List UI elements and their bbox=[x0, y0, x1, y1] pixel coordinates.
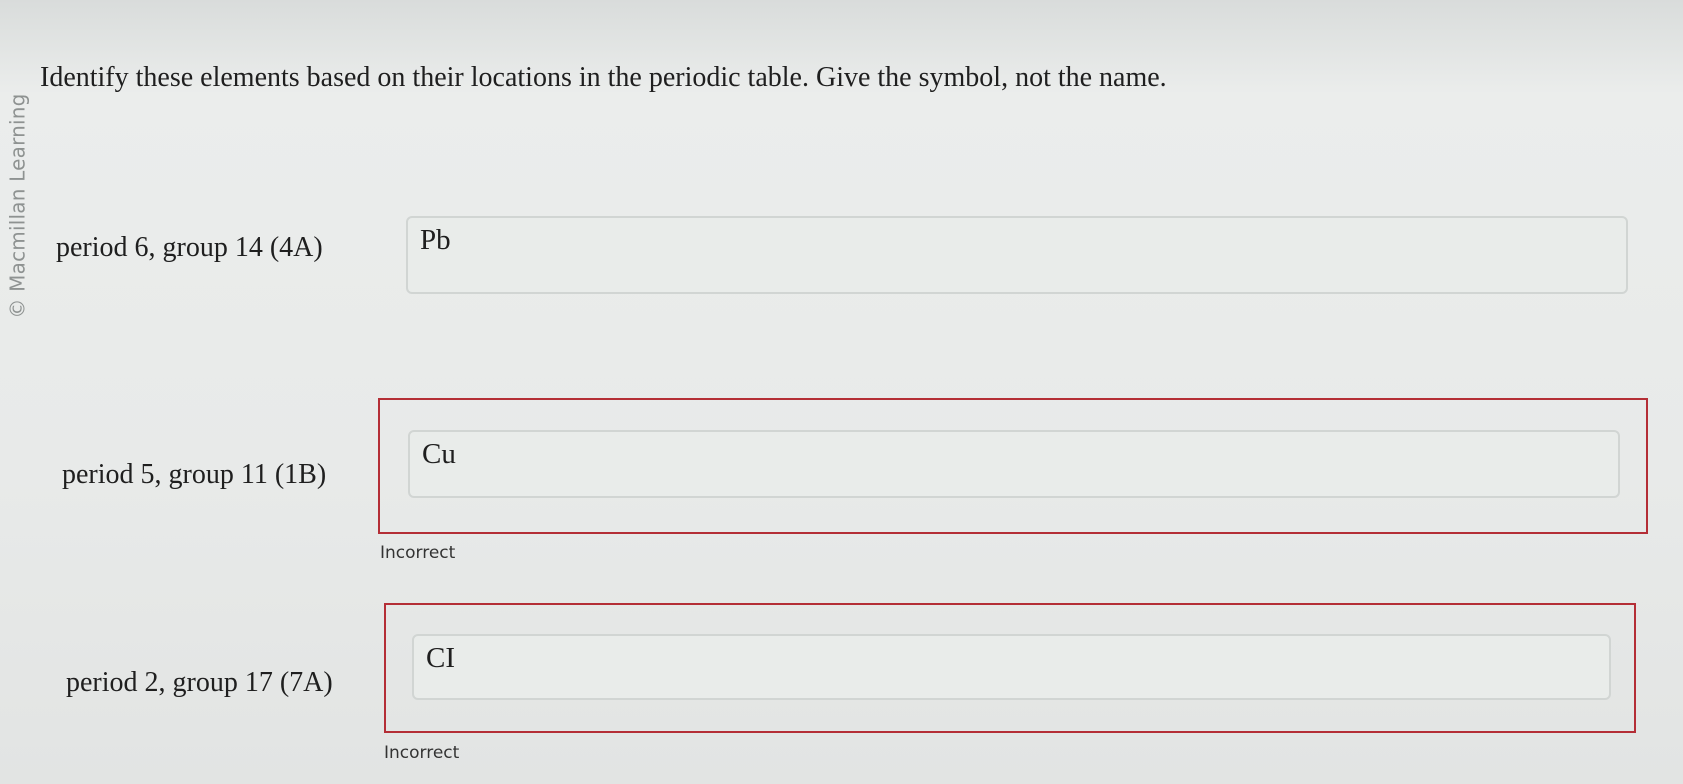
question-instruction: Identify these elements based on their l… bbox=[40, 62, 1167, 93]
question-3-feedback: Incorrect bbox=[384, 743, 460, 763]
question-2-feedback: Incorrect bbox=[380, 543, 456, 563]
question-3-answer-field[interactable]: CI bbox=[412, 634, 1611, 700]
macmillan-learning-watermark: © Macmillan Learning bbox=[6, 92, 31, 319]
question-2-label: period 5, group 11 (1B) bbox=[62, 459, 327, 490]
question-2-answer-field[interactable]: Cu bbox=[408, 430, 1620, 498]
question-3-label: period 2, group 17 (7A) bbox=[66, 667, 333, 698]
question-1-answer-field[interactable]: Pb bbox=[406, 216, 1628, 294]
question-1-label: period 6, group 14 (4A) bbox=[56, 232, 323, 263]
